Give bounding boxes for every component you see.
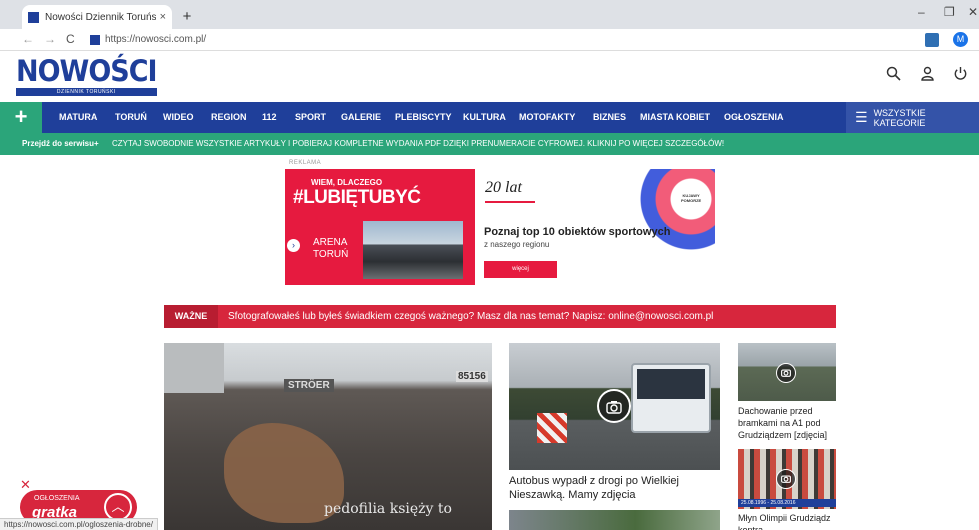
nav-item-biznes[interactable]: BIZNES [593, 112, 626, 122]
nav-item-miasta-kobiet[interactable]: MIASTA KOBIET [640, 112, 710, 122]
promo-service-link[interactable]: Przejdź do serwisu+ [22, 139, 99, 148]
ad-left-panel: WIEM, DLACZEGO #LUBIĘTUBYĆ › ARENA TORUŃ [285, 169, 475, 285]
nav-item-wideo[interactable]: WIDEO [163, 112, 194, 122]
ad-arena-text: ARENA TORUŃ [313, 237, 348, 261]
browser-tab[interactable]: Nowości Dziennik Toruński - Dzi × [22, 5, 172, 29]
photo-billboard-text: STRÖER [284, 379, 334, 392]
site-logo[interactable]: NOWOŚCI DZIENNIK TORUŃSKI [16, 54, 158, 96]
ad-divider [485, 201, 535, 203]
ad-kujawy-logo: KUJAWY POMORZE [681, 193, 701, 203]
important-text[interactable]: Sfotografowałeś lub byłeś świadkiem czeg… [228, 311, 713, 322]
next-article-photo[interactable] [509, 510, 720, 530]
important-bar[interactable]: WAŻNE Sfotografowałeś lub byłeś świadkie… [164, 305, 836, 328]
side-article-title-1[interactable]: Dachowanie przed bramkami na A1 pod Grud… [738, 405, 838, 441]
ad-kujawy-line2: POMORZE [681, 198, 702, 203]
user-icon[interactable] [920, 66, 935, 86]
classifieds-label: OGŁOSZENIA [34, 495, 80, 502]
main-article-photo[interactable]: STRÖER 85156 pedofilia księży to [164, 343, 492, 530]
ad-years: 20 lat [485, 179, 522, 196]
url-favicon-icon [90, 35, 100, 45]
extension-icon[interactable] [925, 33, 939, 47]
photo-caption: pedofilia księży to [324, 501, 452, 517]
profile-avatar[interactable]: M [953, 32, 968, 47]
plus-button[interactable]: + [0, 102, 42, 133]
maximize-icon[interactable]: ❐ [944, 5, 955, 19]
ad-subheadline: z naszego regionu [484, 240, 550, 249]
ad-swirl-graphic [607, 169, 715, 253]
nav-item-galerie[interactable]: GALERIE [341, 112, 381, 122]
ad-banner[interactable]: WIEM, DLACZEGO #LUBIĘTUBYĆ › ARENA TORUŃ… [285, 169, 715, 285]
nav-item-sport[interactable]: SPORT [295, 112, 326, 122]
ad-arena-line1: ARENA [313, 237, 348, 248]
forward-arrow-icon[interactable]: → [44, 32, 56, 46]
ad-small-text: WIEM, DLACZEGO [311, 178, 383, 187]
back-arrow-icon[interactable]: ← [22, 32, 34, 46]
bus-article-title[interactable]: Autobus wypadł z drogi po Wielkiej Niesz… [509, 474, 720, 502]
photo-date-strip: 25.08.1996 - 25.08.2016 [738, 499, 836, 507]
nav-item-112[interactable]: 112 [262, 112, 277, 122]
site-header: NOWOŚCI DZIENNIK TORUŃSKI [0, 51, 979, 102]
promo-bar[interactable]: Przejdź do serwisu+ CZYTAJ SWOBODNIE WSZ… [0, 133, 979, 155]
minimize-icon[interactable]: – [918, 5, 925, 19]
logo-subtitle: DZIENNIK TORUŃSKI [16, 88, 157, 96]
photo-background [164, 343, 224, 393]
nav-item-ogloszenia[interactable]: OGŁOSZENIA [724, 112, 784, 122]
promo-text[interactable]: CZYTAJ SWOBODNIE WSZYSTKIE ARTYKUŁY I PO… [112, 139, 724, 148]
ad-arena-photo [363, 221, 463, 279]
bus-article-photo[interactable] [509, 343, 720, 470]
side-article-title-2[interactable]: Młyn Olimpii Grudziądz kontra [738, 512, 838, 530]
nav-item-plebiscyty[interactable]: PLEBISCYTY [395, 112, 452, 122]
ad-headline: Poznaj top 10 obiektów sportowych [484, 226, 671, 238]
url-input[interactable]: https://nowosci.com.pl/ [105, 34, 206, 45]
ad-label: REKLAMA [289, 160, 322, 166]
nav-item-region[interactable]: REGION [211, 112, 247, 122]
camera-icon [597, 389, 631, 423]
photo-bus-window [637, 369, 705, 399]
close-window-icon[interactable]: ✕ [968, 5, 978, 19]
ad-hashtag: #LUBIĘTUBYĆ [293, 187, 421, 208]
browser-tab-bar: Nowości Dziennik Toruński - Dzi × + – ❐ … [0, 0, 979, 29]
all-categories-label: WSZYSTKIE KATEGORIE [873, 107, 926, 128]
power-icon[interactable] [953, 66, 968, 86]
logo-text: NOWOŚCI [16, 54, 158, 89]
status-bar-url: https://nowosci.com.pl/ogloszenia-drobne… [0, 518, 158, 530]
nav-item-matura[interactable]: MATURA [59, 112, 97, 122]
important-label: WAŻNE [164, 305, 218, 328]
photo-barrier [537, 413, 567, 443]
ad-arrow-icon[interactable]: › [287, 239, 300, 252]
nav-item-motofakty[interactable]: MOTOFAKTY [519, 112, 575, 122]
reload-icon[interactable]: C [66, 32, 75, 46]
nav-item-kultura[interactable]: KULTURA [463, 112, 506, 122]
side-article-photo-2[interactable]: 25.08.1996 - 25.08.2016 [738, 449, 836, 509]
camera-icon [776, 469, 796, 489]
chevron-up-icon[interactable]: ︿ [104, 493, 132, 521]
all-categories-button[interactable]: ☰ WSZYSTKIE KATEGORIE [846, 102, 979, 133]
nav-item-torun[interactable]: TORUŃ [115, 112, 147, 122]
ad-more-button[interactable]: więcej [484, 261, 557, 278]
photo-billboard-number: 85156 [456, 371, 488, 382]
search-icon[interactable] [886, 66, 901, 86]
tab-close-icon[interactable]: × [160, 11, 166, 23]
new-tab-button[interactable]: + [178, 8, 196, 26]
ad-arena-line2: TORUŃ [313, 249, 349, 260]
tab-title: Nowości Dziennik Toruński - Dzi [45, 11, 156, 23]
hamburger-icon: ☰ [855, 109, 868, 125]
address-bar: ← → C https://nowosci.com.pl/ M [0, 29, 979, 51]
main-nav: + MATURA TORUŃ WIDEO REGION 112 SPORT GA… [0, 102, 979, 133]
side-article-photo-1[interactable] [738, 343, 836, 401]
camera-icon [776, 363, 796, 383]
site-favicon-icon [28, 11, 39, 23]
